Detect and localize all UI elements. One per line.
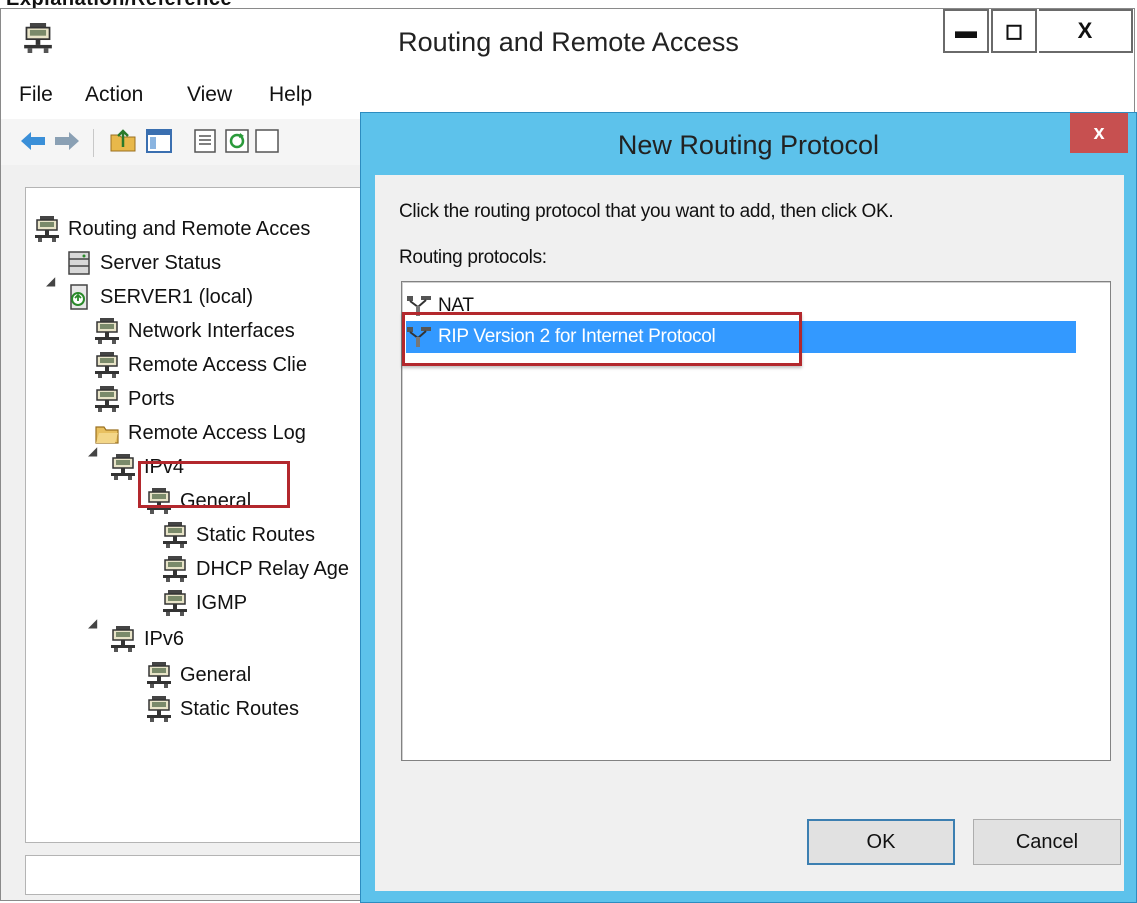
routing-server-icon [162, 589, 188, 617]
toolbar-separator [93, 129, 94, 157]
routing-server-icon [162, 521, 188, 549]
tree-node-label: General [180, 663, 252, 686]
forward-arrow-icon[interactable] [53, 127, 81, 155]
protocol-icon [406, 326, 432, 348]
menu-action[interactable]: Action [85, 83, 143, 107]
server-status-icon [68, 251, 90, 275]
properties-icon[interactable] [191, 127, 219, 155]
console-tree: Routing and Remote Acces Server Status ◢… [25, 187, 361, 843]
list-item-label: NAT [438, 295, 474, 316]
tree-node-label: Remote Access Clie [128, 353, 307, 376]
close-button[interactable]: X [1039, 9, 1133, 53]
expand-arrow-icon[interactable]: ◢ [46, 274, 55, 288]
cancel-button[interactable]: Cancel [973, 819, 1121, 865]
tree-node-ipv4[interactable]: IPv4 [110, 450, 184, 484]
expand-arrow-icon[interactable]: ◢ [88, 616, 97, 630]
new-routing-protocol-dialog: New Routing Protocol x Click the routing… [360, 112, 1137, 903]
tree-node-remote-access-logging[interactable]: Remote Access Log [94, 416, 306, 450]
tree-node-ipv4-dhcp-relay[interactable]: DHCP Relay Age [162, 552, 349, 586]
tree-node-network-interfaces[interactable]: Network Interfaces [94, 314, 295, 348]
protocol-icon [406, 295, 432, 317]
tree-node-ports[interactable]: Ports [94, 382, 175, 416]
minimize-button[interactable]: ▬ [943, 9, 989, 53]
tree-node-ipv4-general[interactable]: General [146, 484, 251, 518]
tree-node-label: Routing and Remote Acces [68, 217, 311, 240]
tree-node-label: IPv6 [144, 627, 185, 650]
status-bar [25, 855, 361, 895]
tree-node-ipv4-igmp[interactable]: IGMP [162, 586, 247, 620]
tree-node-label: SERVER1 (local) [100, 285, 254, 308]
tree-node-root[interactable]: Routing and Remote Acces [34, 212, 310, 246]
tree-node-ipv4-static-routes[interactable]: Static Routes [162, 518, 315, 552]
routing-server-icon [162, 555, 188, 583]
maximize-button[interactable]: ◻ [991, 9, 1037, 53]
list-item-nat[interactable]: NAT [406, 290, 474, 322]
dialog-close-button[interactable]: x [1070, 113, 1128, 153]
menu-file[interactable]: File [19, 83, 53, 107]
dialog-body: Click the routing protocol that you want… [375, 175, 1124, 891]
routing-server-icon [146, 661, 172, 689]
routing-server-icon [110, 625, 136, 653]
routing-protocols-label: Routing protocols: [399, 247, 547, 268]
routing-server-icon [146, 487, 172, 515]
routing-server-icon [94, 317, 120, 345]
ok-button[interactable]: OK [807, 819, 955, 865]
routing-server-icon [110, 453, 136, 481]
routing-server-icon [34, 215, 60, 243]
menu-view[interactable]: View [187, 83, 232, 107]
routing-protocols-list[interactable]: NAT RIP Version 2 for Internet Protocol [401, 281, 1111, 761]
folder-icon [95, 426, 119, 444]
tree-node-label: Network Interfaces [128, 319, 295, 342]
tree-node-label: Ports [128, 387, 175, 410]
export-list-icon[interactable] [253, 127, 281, 155]
routing-server-icon [94, 351, 120, 379]
show-hide-tree-icon[interactable] [145, 127, 173, 155]
routing-server-icon [146, 695, 172, 723]
tree-node-label: DHCP Relay Age [196, 557, 350, 580]
dialog-title: New Routing Protocol [617, 130, 880, 160]
tree-node-label: Server Status [100, 251, 222, 274]
tree-node-label: Static Routes [180, 697, 299, 720]
tree-node-server1[interactable]: SERVER1 (local) [66, 280, 253, 314]
routing-server-icon [94, 385, 120, 413]
list-item-label: RIP Version 2 for Internet Protocol [438, 326, 716, 347]
refresh-icon[interactable] [223, 127, 251, 155]
tree-node-server-status[interactable]: Server Status [66, 246, 221, 280]
server-computer-icon [70, 284, 88, 310]
tree-node-label: Remote Access Log [128, 421, 306, 444]
back-arrow-icon[interactable] [19, 127, 47, 155]
list-item-rip-v2[interactable]: RIP Version 2 for Internet Protocol [406, 321, 1076, 353]
tree-node-remote-access-clients[interactable]: Remote Access Clie [94, 348, 307, 382]
up-folder-icon[interactable] [109, 127, 137, 155]
tree-node-ipv6-general[interactable]: General [146, 658, 251, 692]
menu-help[interactable]: Help [269, 83, 312, 107]
tree-node-label: General [180, 489, 252, 512]
tree-node-ipv6[interactable]: IPv6 [110, 622, 184, 656]
instruction-text: Click the routing protocol that you want… [399, 201, 894, 222]
tree-node-ipv6-static-routes[interactable]: Static Routes [146, 692, 299, 726]
tree-node-label: IPv4 [144, 455, 185, 478]
tree-node-label: IGMP [196, 591, 248, 614]
expand-arrow-icon[interactable]: ◢ [88, 444, 97, 458]
tree-node-label: Static Routes [196, 523, 315, 546]
